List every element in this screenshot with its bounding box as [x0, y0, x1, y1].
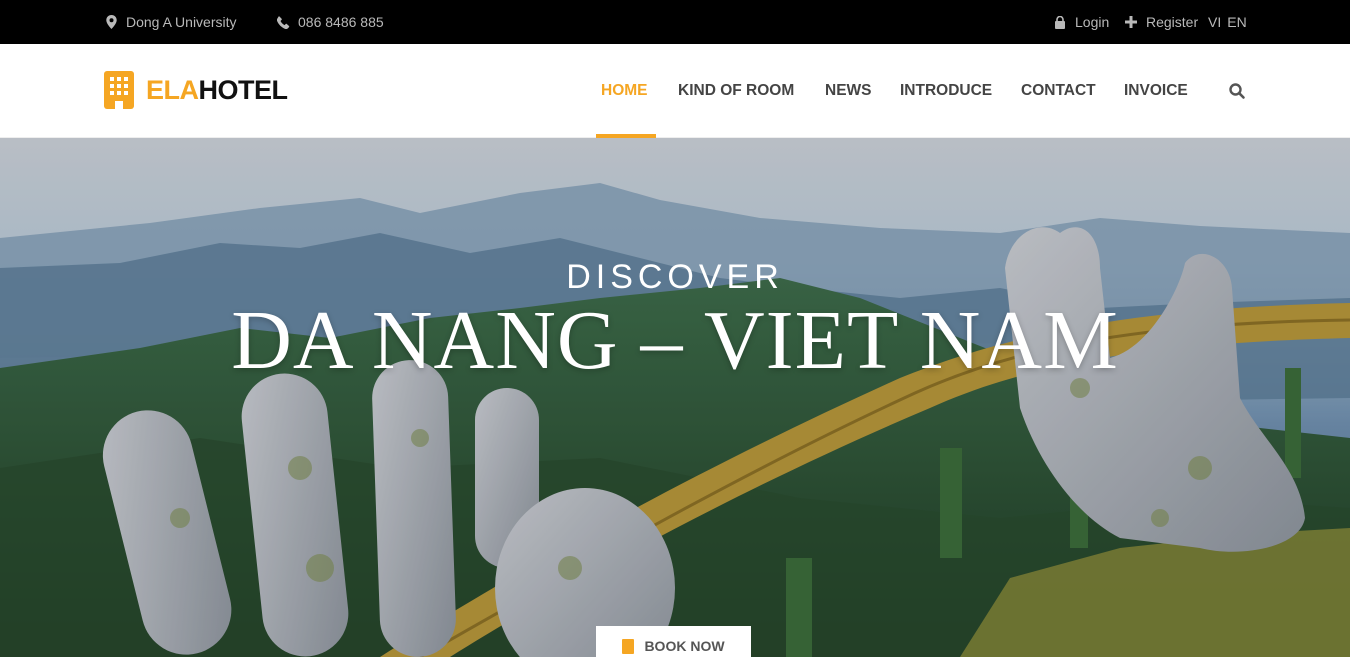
book-now-button[interactable]: BOOK NOW — [596, 626, 751, 657]
language-switcher: VI EN — [1208, 0, 1247, 44]
search-icon[interactable] — [1228, 82, 1246, 100]
book-now-label: BOOK NOW — [644, 638, 725, 654]
register-link[interactable]: Register — [1124, 0, 1198, 44]
main-nav: HOME KIND OF ROOM NEWS INTRODUCE CONTACT… — [0, 44, 1350, 138]
hero-background-image — [0, 138, 1350, 657]
phone-info: 086 8486 885 — [276, 0, 384, 44]
lock-icon — [1053, 15, 1067, 29]
book-icon — [622, 638, 635, 654]
register-label: Register — [1146, 14, 1199, 30]
address-text: Dong A University — [126, 14, 237, 30]
lang-en-link[interactable]: EN — [1227, 14, 1246, 30]
login-link[interactable]: Login — [1053, 0, 1109, 44]
login-label: Login — [1075, 14, 1110, 30]
nav-home[interactable]: HOME — [601, 44, 648, 138]
hero-banner: DISCOVER DA NANG – VIET NAM BOOK NOW — [0, 138, 1350, 657]
nav-news[interactable]: NEWS — [825, 44, 872, 138]
lang-vi-link[interactable]: VI — [1208, 14, 1221, 30]
nav-contact[interactable]: CONTACT — [1021, 44, 1096, 138]
nav-introduce[interactable]: INTRODUCE — [900, 44, 992, 138]
hero-headline: DA NANG – VIET NAM — [231, 294, 1119, 387]
top-bar: Dong A University 086 8486 885 Login Reg… — [0, 0, 1350, 44]
nav-invoice[interactable]: INVOICE — [1124, 44, 1188, 138]
main-header: ELAHOTEL HOME KIND OF ROOM NEWS INTRODUC… — [0, 44, 1350, 138]
address-info: Dong A University — [104, 0, 237, 44]
phone-icon — [276, 15, 290, 29]
phone-text: 086 8486 885 — [298, 14, 384, 30]
map-pin-icon — [104, 15, 118, 29]
plus-icon — [1124, 15, 1138, 29]
nav-kind-of-room[interactable]: KIND OF ROOM — [678, 44, 794, 138]
